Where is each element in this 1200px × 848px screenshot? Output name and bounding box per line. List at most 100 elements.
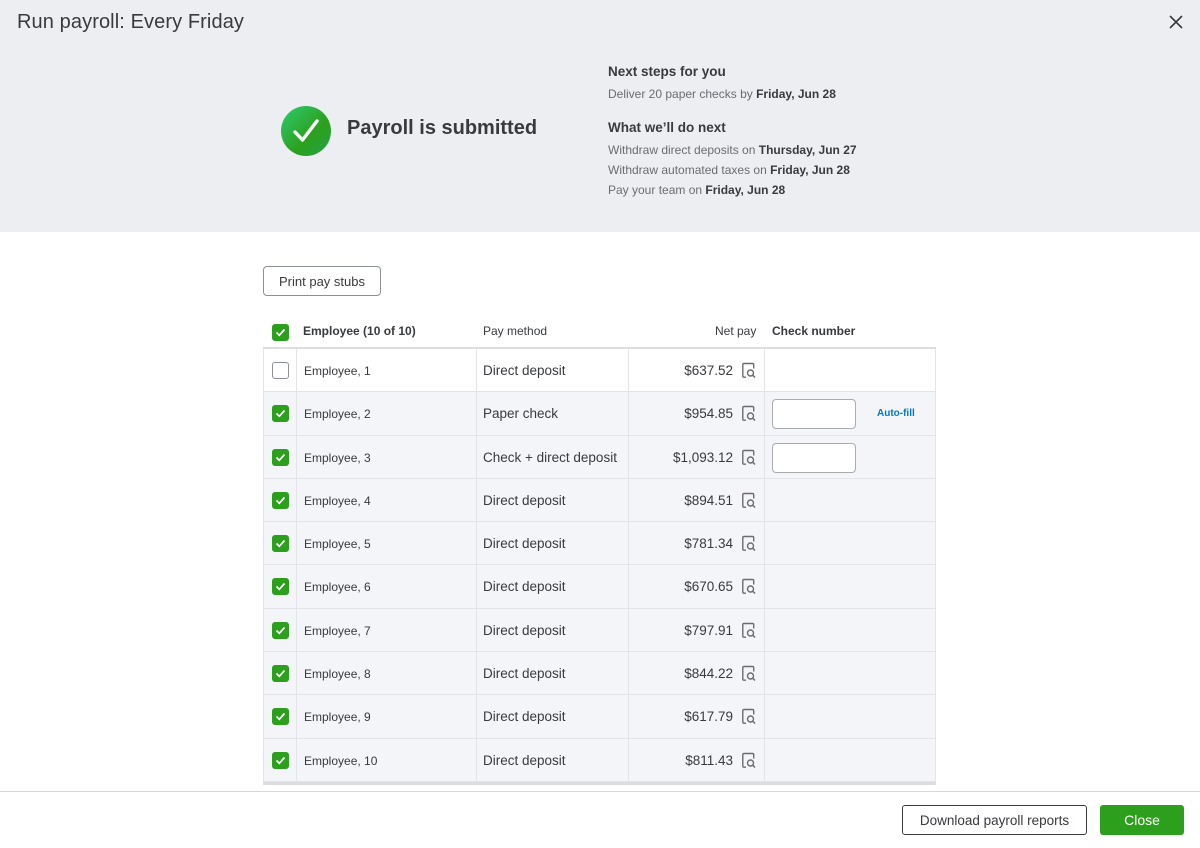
column-divider [628,478,629,522]
column-divider [764,478,765,522]
row-checkbox[interactable] [272,708,289,726]
column-employee[interactable]: Employee (10 of 10) [303,324,416,338]
column-divider [476,435,477,478]
net-pay: $844.22 [684,666,733,682]
net-pay: $670.65 [684,579,733,595]
employee-name[interactable]: Employee, 3 [304,451,371,465]
net-pay: $894.51 [684,492,733,508]
table-row: Employee, 10 Direct deposit $811.43 [263,738,936,782]
column-divider [476,392,477,435]
column-divider [296,478,297,522]
close-button[interactable]: Close [1100,805,1184,835]
pay-method: Direct deposit [483,363,566,378]
close-icon[interactable] [1166,12,1186,32]
column-divider [764,392,765,435]
column-divider [628,392,629,435]
column-divider [476,349,477,392]
check-number-input[interactable] [772,442,856,473]
column-divider [476,738,477,781]
view-paystub-icon[interactable] [741,362,757,379]
table-row: Employee, 1 Direct deposit $637.52 [263,349,936,393]
employee-name[interactable]: Employee, 5 [304,537,371,551]
what-next-item: Pay your team on Friday, Jun 28 [608,183,786,197]
net-pay: $954.85 [684,406,733,422]
column-divider [628,349,629,392]
column-divider [764,695,765,738]
table-row: Employee, 5 Direct deposit $781.34 [263,522,936,566]
column-divider [476,608,477,652]
row-checkbox[interactable] [272,578,289,596]
column-divider [764,522,765,565]
row-checkbox[interactable] [272,621,289,639]
pay-method: Direct deposit [483,666,566,682]
row-checkbox[interactable] [272,535,289,553]
net-pay: $811.43 [685,752,733,768]
column-divider [296,608,297,652]
pay-method: Direct deposit [483,622,566,638]
view-paystub-icon[interactable] [741,578,757,595]
column-divider [296,652,297,695]
column-divider [764,738,765,781]
check-number-input[interactable] [772,399,856,430]
pay-method: Direct deposit [483,579,566,595]
what-next-item: Withdraw direct deposits on Thursday, Ju… [608,143,857,157]
employee-name[interactable]: Employee, 4 [304,494,371,508]
column-divider [296,349,297,392]
column-divider [476,478,477,522]
column-divider [764,652,765,695]
auto-fill-link[interactable]: Auto-fill [877,408,915,419]
check-circle-icon [281,106,331,156]
row-checkbox[interactable] [272,448,289,466]
column-divider [764,565,765,608]
table-header: Employee (10 of 10) Pay method Net pay C… [263,313,936,349]
table-row: Employee, 9 Direct deposit $617.79 [263,695,936,739]
view-paystub-icon[interactable] [741,405,757,422]
column-net-pay[interactable]: Net pay [715,324,756,338]
employee-name[interactable]: Employee, 2 [304,407,371,421]
column-divider [628,608,629,652]
row-checkbox[interactable] [272,362,289,379]
employee-name[interactable]: Employee, 6 [304,580,371,594]
next-steps: Next steps for you Deliver 20 paper chec… [608,64,857,201]
row-checkbox[interactable] [272,665,289,683]
view-paystub-icon[interactable] [741,535,757,552]
table-row: Employee, 4 Direct deposit $894.51 [263,478,936,523]
select-all-checkbox[interactable] [272,324,289,341]
print-pay-stubs-button[interactable]: Print pay stubs [263,266,381,296]
view-paystub-icon[interactable] [741,708,757,725]
column-divider [628,738,629,781]
employee-name[interactable]: Employee, 1 [304,364,371,378]
next-step-item: Deliver 20 paper checks by Friday, Jun 2… [608,87,836,101]
column-divider [296,522,297,565]
view-paystub-icon[interactable] [741,752,757,769]
employee-name[interactable]: Employee, 8 [304,667,371,681]
view-paystub-icon[interactable] [741,665,757,682]
view-paystub-icon[interactable] [741,492,757,509]
pay-method: Check + direct deposit [483,449,617,465]
next-steps-heading: Next steps for you [608,64,726,79]
column-divider [296,738,297,781]
view-paystub-icon[interactable] [741,449,757,466]
table-row: Employee, 6 Direct deposit $670.65 [263,565,936,609]
pay-method: Direct deposit [483,709,566,725]
column-divider [764,349,765,392]
employee-name[interactable]: Employee, 9 [304,710,371,724]
row-checkbox[interactable] [272,405,289,423]
net-pay: $617.79 [684,709,733,725]
column-check-number: Check number [772,324,856,338]
view-paystub-icon[interactable] [741,622,757,639]
column-divider [476,695,477,738]
row-checkbox[interactable] [272,491,289,509]
column-divider [476,522,477,565]
pay-method: Direct deposit [483,492,566,508]
status-title: Payroll is submitted [347,117,538,139]
row-checkbox[interactable] [272,751,289,769]
employee-name[interactable]: Employee, 10 [304,754,377,768]
page-title: Run payroll: Every Friday [17,11,245,33]
employee-name[interactable]: Employee, 7 [304,624,371,638]
column-divider [764,608,765,652]
column-pay-method[interactable]: Pay method [483,324,547,338]
column-divider [476,652,477,695]
download-payroll-reports-button[interactable]: Download payroll reports [902,805,1087,835]
column-divider [476,565,477,608]
